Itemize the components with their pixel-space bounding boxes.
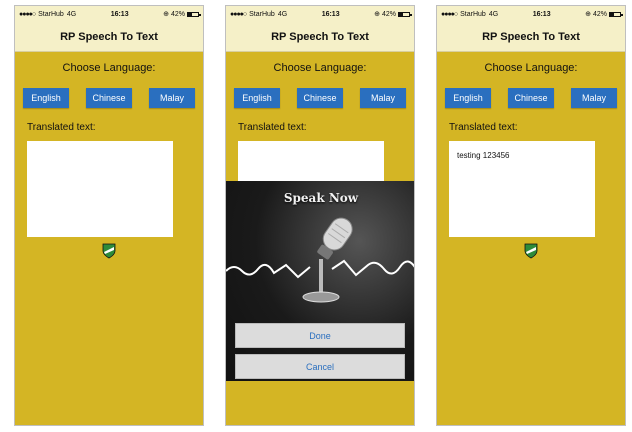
translated-text-label: Translated text: (238, 122, 307, 133)
translated-text-label: Translated text: (449, 122, 518, 133)
status-bar: ●●●●○ StarHub 4G 16:13 ⊕ 42% (226, 6, 414, 22)
status-bar: ●●●●○ StarHub 4G 16:13 ⊕ 42% (15, 6, 203, 22)
battery-icon (187, 11, 201, 17)
battery-percent: 42% (381, 10, 396, 18)
malay-button[interactable]: Malay (149, 88, 195, 108)
phone-screen-3: ●●●●○ StarHub 4G 16:13 ⊕ 42% RP Speech T… (436, 5, 626, 426)
alarm-icon: ⊕ (163, 11, 169, 18)
malay-button[interactable]: Malay (571, 88, 617, 108)
translated-text-box[interactable]: testing 123456 (449, 141, 595, 237)
chinese-button[interactable]: Chinese (508, 88, 554, 108)
clock: 16:13 (532, 10, 551, 18)
done-button[interactable]: Done (235, 323, 405, 348)
battery-icon (398, 11, 412, 17)
choose-language-label: Choose Language: (273, 62, 367, 74)
english-button[interactable]: English (23, 88, 69, 108)
carrier: StarHub (460, 10, 486, 18)
network: 4G (66, 10, 77, 18)
speak-now-dialog: Speak Now Done Cancel (226, 181, 414, 381)
shield-logo-icon (102, 243, 116, 259)
carrier: StarHub (38, 10, 64, 18)
nav-title: RP Speech To Text (226, 22, 414, 52)
battery-percent: 42% (592, 10, 607, 18)
clock: 16:13 (110, 10, 129, 18)
network: 4G (488, 10, 499, 18)
nav-title: RP Speech To Text (15, 22, 203, 52)
signal-icon: ●●●●○ (441, 10, 458, 18)
cancel-button[interactable]: Cancel (235, 354, 405, 379)
phone-screen-2: ●●●●○ StarHub 4G 16:13 ⊕ 42% RP Speech T… (225, 5, 415, 426)
carrier: StarHub (249, 10, 275, 18)
translated-text-box[interactable] (27, 141, 173, 237)
shield-logo-icon (524, 243, 538, 259)
malay-button[interactable]: Malay (360, 88, 406, 108)
clock: 16:13 (321, 10, 340, 18)
chinese-button[interactable]: Chinese (297, 88, 343, 108)
english-button[interactable]: English (445, 88, 491, 108)
signal-icon: ●●●●○ (230, 10, 247, 18)
battery-icon (609, 11, 623, 17)
choose-language-label: Choose Language: (62, 62, 156, 74)
chinese-button[interactable]: Chinese (86, 88, 132, 108)
status-bar: ●●●●○ StarHub 4G 16:13 ⊕ 42% (437, 6, 625, 22)
alarm-icon: ⊕ (585, 11, 591, 18)
signal-icon: ●●●●○ (19, 10, 36, 18)
microphone-icon (226, 217, 414, 303)
network: 4G (277, 10, 288, 18)
alarm-icon: ⊕ (374, 11, 380, 18)
choose-language-label: Choose Language: (484, 62, 578, 74)
language-buttons: English Chinese Malay (437, 88, 625, 108)
speak-now-title: Speak Now (283, 191, 359, 205)
language-buttons: English Chinese Malay (15, 88, 203, 108)
nav-title: RP Speech To Text (437, 22, 625, 52)
translated-text-label: Translated text: (27, 122, 96, 133)
battery-percent: 42% (170, 10, 185, 18)
phone-screen-1: ●●●●○ StarHub 4G 16:13 ⊕ 42% RP Speech T… (14, 5, 204, 426)
language-buttons: English Chinese Malay (226, 88, 414, 108)
english-button[interactable]: English (234, 88, 280, 108)
